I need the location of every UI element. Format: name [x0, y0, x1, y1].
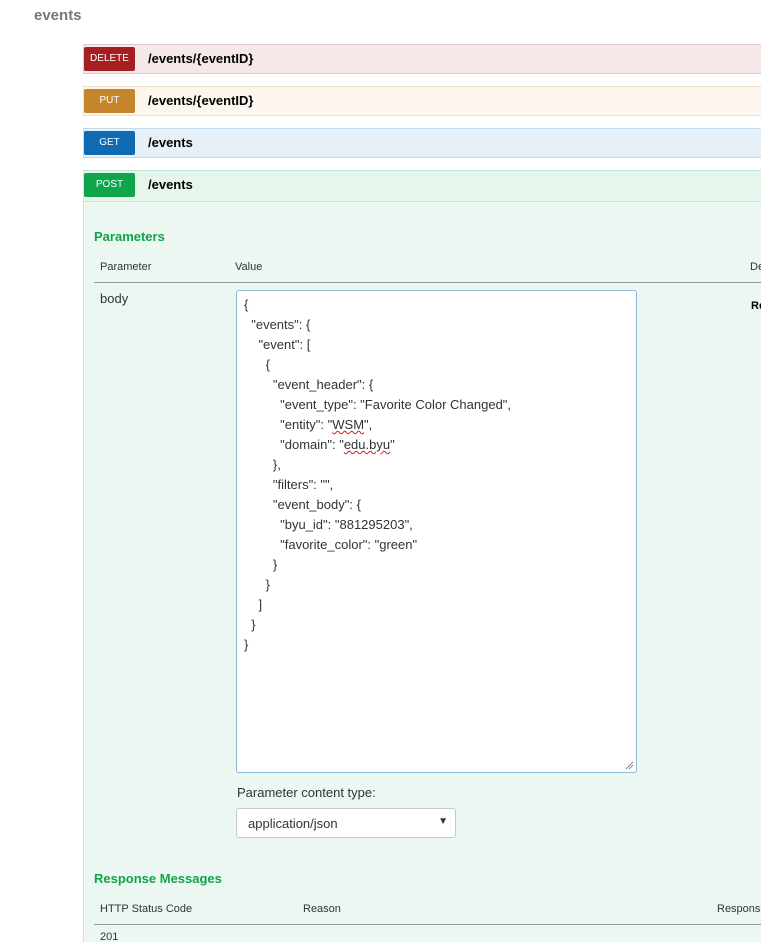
section-title[interactable]: events	[34, 7, 82, 24]
operation-delete-event[interactable]: DELETE /events/{eventID}	[83, 44, 761, 74]
response-messages-heading: Response Messages	[94, 871, 222, 886]
code-line: "entity": "WSM",	[244, 417, 373, 432]
code-line: "event_type": "Favorite Color Changed",	[244, 397, 512, 412]
column-header-description: De	[750, 261, 761, 273]
method-badge-get[interactable]: GET	[84, 131, 135, 155]
content-type-label: Parameter content type:	[237, 785, 376, 800]
code-line: }	[244, 557, 278, 572]
operation-path[interactable]: /events/{eventID}	[148, 51, 254, 66]
column-header-reason: Reason	[303, 903, 341, 915]
parameter-description: Re	[751, 300, 761, 312]
operation-post-events[interactable]: POST /events	[83, 170, 761, 202]
code-line: "event_header": {	[244, 377, 374, 392]
method-badge-post[interactable]: POST	[84, 173, 135, 197]
body-textarea[interactable]: { "events": { "event": [ { "event_header…	[236, 290, 637, 773]
operation-get-events[interactable]: GET /events	[83, 128, 761, 158]
status-code-cell: 201	[100, 931, 119, 943]
dropdown-arrow-icon: ▼	[438, 816, 448, 827]
code-line: "favorite_color": "green"	[244, 537, 418, 552]
column-header-value: Value	[235, 261, 263, 273]
parameters-heading: Parameters	[94, 229, 165, 244]
code-line: "events": {	[244, 317, 311, 332]
operation-path[interactable]: /events	[148, 177, 193, 192]
method-badge-delete[interactable]: DELETE	[84, 47, 135, 71]
resize-grip-icon[interactable]	[625, 761, 634, 770]
code-line: {	[244, 357, 271, 372]
code-line: {	[244, 297, 249, 312]
code-line: }	[244, 637, 249, 652]
content-type-select[interactable]: application/json ▼	[236, 808, 456, 838]
parameter-name: body	[100, 291, 129, 306]
content-type-value: application/json	[248, 816, 338, 831]
table-divider	[94, 282, 761, 283]
code-line: ]	[244, 597, 263, 612]
operation-path[interactable]: /events	[148, 135, 193, 150]
code-line: "event": [	[244, 337, 311, 352]
code-line: },	[244, 457, 281, 472]
code-line: }	[244, 577, 271, 592]
code-line: "filters": "",	[244, 477, 334, 492]
code-line: }	[244, 617, 256, 632]
table-divider	[94, 924, 761, 925]
code-line: "event_body": {	[244, 497, 361, 512]
column-header-response: Response	[717, 903, 761, 915]
column-header-status-code: HTTP Status Code	[100, 903, 193, 915]
code-line: "domain": "edu.byu"	[244, 437, 395, 452]
operation-path[interactable]: /events/{eventID}	[148, 93, 254, 108]
operation-put-event[interactable]: PUT /events/{eventID}	[83, 86, 761, 116]
method-badge-put[interactable]: PUT	[84, 89, 135, 113]
code-line: "byu_id": "881295203",	[244, 517, 413, 532]
column-header-parameter: Parameter	[100, 261, 152, 273]
